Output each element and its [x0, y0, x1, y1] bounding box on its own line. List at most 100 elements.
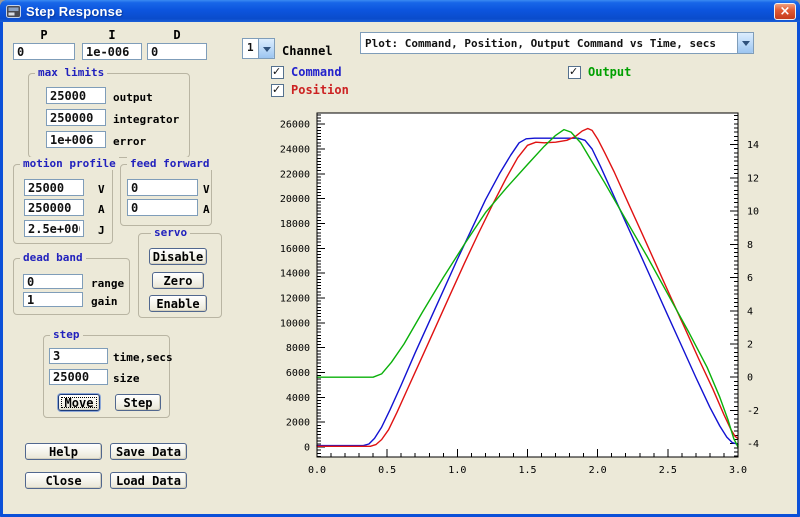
max-limits-group-title: max limits	[35, 66, 107, 79]
max-limits-group: max limits output integrator error	[28, 73, 190, 158]
svg-text:1.5: 1.5	[518, 465, 536, 476]
step-time-input[interactable]	[49, 348, 108, 364]
profile-a-input[interactable]	[24, 199, 84, 216]
check-icon: ✓	[272, 65, 281, 78]
d-input[interactable]	[147, 43, 207, 60]
svg-text:2.0: 2.0	[589, 465, 607, 476]
servo-enable-button[interactable]: Enable	[149, 295, 207, 312]
servo-group: servo Disable Zero Enable	[138, 233, 222, 318]
svg-text:6: 6	[747, 273, 753, 284]
svg-text:8: 8	[747, 240, 753, 251]
max-error-input[interactable]	[46, 131, 106, 148]
check-icon: ✓	[569, 65, 578, 78]
svg-text:0: 0	[747, 373, 753, 384]
save-data-button[interactable]: Save Data	[110, 443, 187, 460]
close-icon: ×	[780, 4, 791, 19]
deadband-gain-input[interactable]	[23, 292, 83, 307]
step-size-label: size	[113, 372, 140, 385]
output-checkbox[interactable]: ✓	[568, 66, 581, 79]
svg-text:-2: -2	[747, 406, 759, 417]
profile-a-label: A	[98, 203, 105, 216]
motion-profile-group: motion profile V A J	[13, 164, 113, 244]
deadband-gain-label: gain	[91, 295, 118, 308]
motion-profile-group-title: motion profile	[20, 157, 119, 170]
svg-text:2.5: 2.5	[659, 465, 677, 476]
ff-a-label: A	[203, 203, 210, 216]
svg-text:3.0: 3.0	[729, 465, 747, 476]
check-icon: ✓	[272, 83, 281, 96]
plot-select[interactable]: Plot: Command, Position, Output Command …	[360, 32, 754, 54]
step-response-window: Step Response × P I D 1 Channel Plot: Co…	[0, 0, 800, 517]
svg-text:4000: 4000	[286, 393, 310, 404]
max-output-input[interactable]	[46, 87, 106, 104]
servo-zero-button[interactable]: Zero	[152, 272, 204, 289]
svg-text:0.0: 0.0	[308, 465, 326, 476]
step-group: step time,secs size Move Step	[43, 335, 170, 418]
step-button[interactable]: Step	[115, 394, 161, 411]
step-size-input[interactable]	[49, 369, 108, 385]
close-button[interactable]: ×	[774, 3, 796, 20]
step-time-label: time,secs	[113, 351, 173, 364]
svg-text:0.5: 0.5	[378, 465, 396, 476]
position-checkbox[interactable]: ✓	[271, 84, 284, 97]
svg-text:14: 14	[747, 140, 759, 151]
profile-j-input[interactable]	[24, 220, 84, 237]
profile-v-input[interactable]	[24, 179, 84, 196]
dead-band-group: dead band range gain	[13, 258, 130, 315]
max-error-label: error	[113, 135, 146, 148]
deadband-range-label: range	[91, 277, 124, 290]
svg-text:4: 4	[747, 306, 753, 317]
max-output-label: output	[113, 91, 153, 104]
svg-text:16000: 16000	[280, 244, 310, 255]
channel-value: 1	[247, 41, 256, 54]
help-button[interactable]: Help	[25, 443, 102, 460]
svg-text:2: 2	[747, 339, 753, 350]
i-input[interactable]	[82, 43, 142, 60]
window-title: Step Response	[26, 4, 123, 19]
i-label: I	[82, 28, 142, 42]
move-button[interactable]: Move	[58, 394, 100, 411]
svg-text:20000: 20000	[280, 194, 310, 205]
ff-a-input[interactable]	[127, 199, 198, 216]
p-input[interactable]	[13, 43, 75, 60]
svg-text:1.0: 1.0	[448, 465, 466, 476]
ff-v-input[interactable]	[127, 179, 198, 196]
p-label: P	[13, 28, 75, 42]
load-data-button[interactable]: Load Data	[110, 472, 187, 489]
plot-select-value: Plot: Command, Position, Output Command …	[365, 37, 735, 50]
deadband-range-input[interactable]	[23, 274, 83, 289]
svg-text:0: 0	[304, 443, 310, 454]
feed-forward-group-title: feed forward	[127, 157, 212, 170]
step-response-plot: 0200040006000800010000120001400016000180…	[260, 107, 795, 487]
svg-text:22000: 22000	[280, 169, 310, 180]
servo-group-title: servo	[151, 226, 190, 239]
d-label: D	[147, 28, 207, 42]
svg-text:12: 12	[747, 173, 759, 184]
position-checkbox-label: Position	[291, 83, 349, 97]
dialog-client-area: P I D 1 Channel Plot: Command, Position,…	[3, 22, 797, 514]
svg-text:12000: 12000	[280, 294, 310, 305]
svg-text:26000: 26000	[280, 120, 310, 131]
app-icon	[6, 4, 22, 18]
close-dialog-button[interactable]: Close	[25, 472, 102, 489]
channel-label: Channel	[282, 44, 333, 58]
command-checkbox[interactable]: ✓	[271, 66, 284, 79]
ff-v-label: V	[203, 183, 210, 196]
feed-forward-group: feed forward V A	[120, 164, 212, 226]
svg-text:14000: 14000	[280, 269, 310, 280]
output-checkbox-label: Output	[588, 65, 631, 79]
command-checkbox-label: Command	[291, 65, 342, 79]
profile-v-label: V	[98, 183, 105, 196]
svg-text:6000: 6000	[286, 368, 310, 379]
svg-text:10: 10	[747, 207, 759, 218]
step-group-title: step	[50, 328, 83, 341]
titlebar: Step Response ×	[0, 0, 800, 22]
svg-text:10000: 10000	[280, 318, 310, 329]
dead-band-group-title: dead band	[20, 251, 86, 264]
chevron-down-icon[interactable]	[737, 33, 753, 53]
max-integrator-input[interactable]	[46, 109, 106, 126]
servo-disable-button[interactable]: Disable	[149, 248, 207, 265]
chevron-down-icon[interactable]	[258, 39, 274, 58]
svg-text:18000: 18000	[280, 219, 310, 230]
channel-select[interactable]: 1	[242, 38, 275, 59]
